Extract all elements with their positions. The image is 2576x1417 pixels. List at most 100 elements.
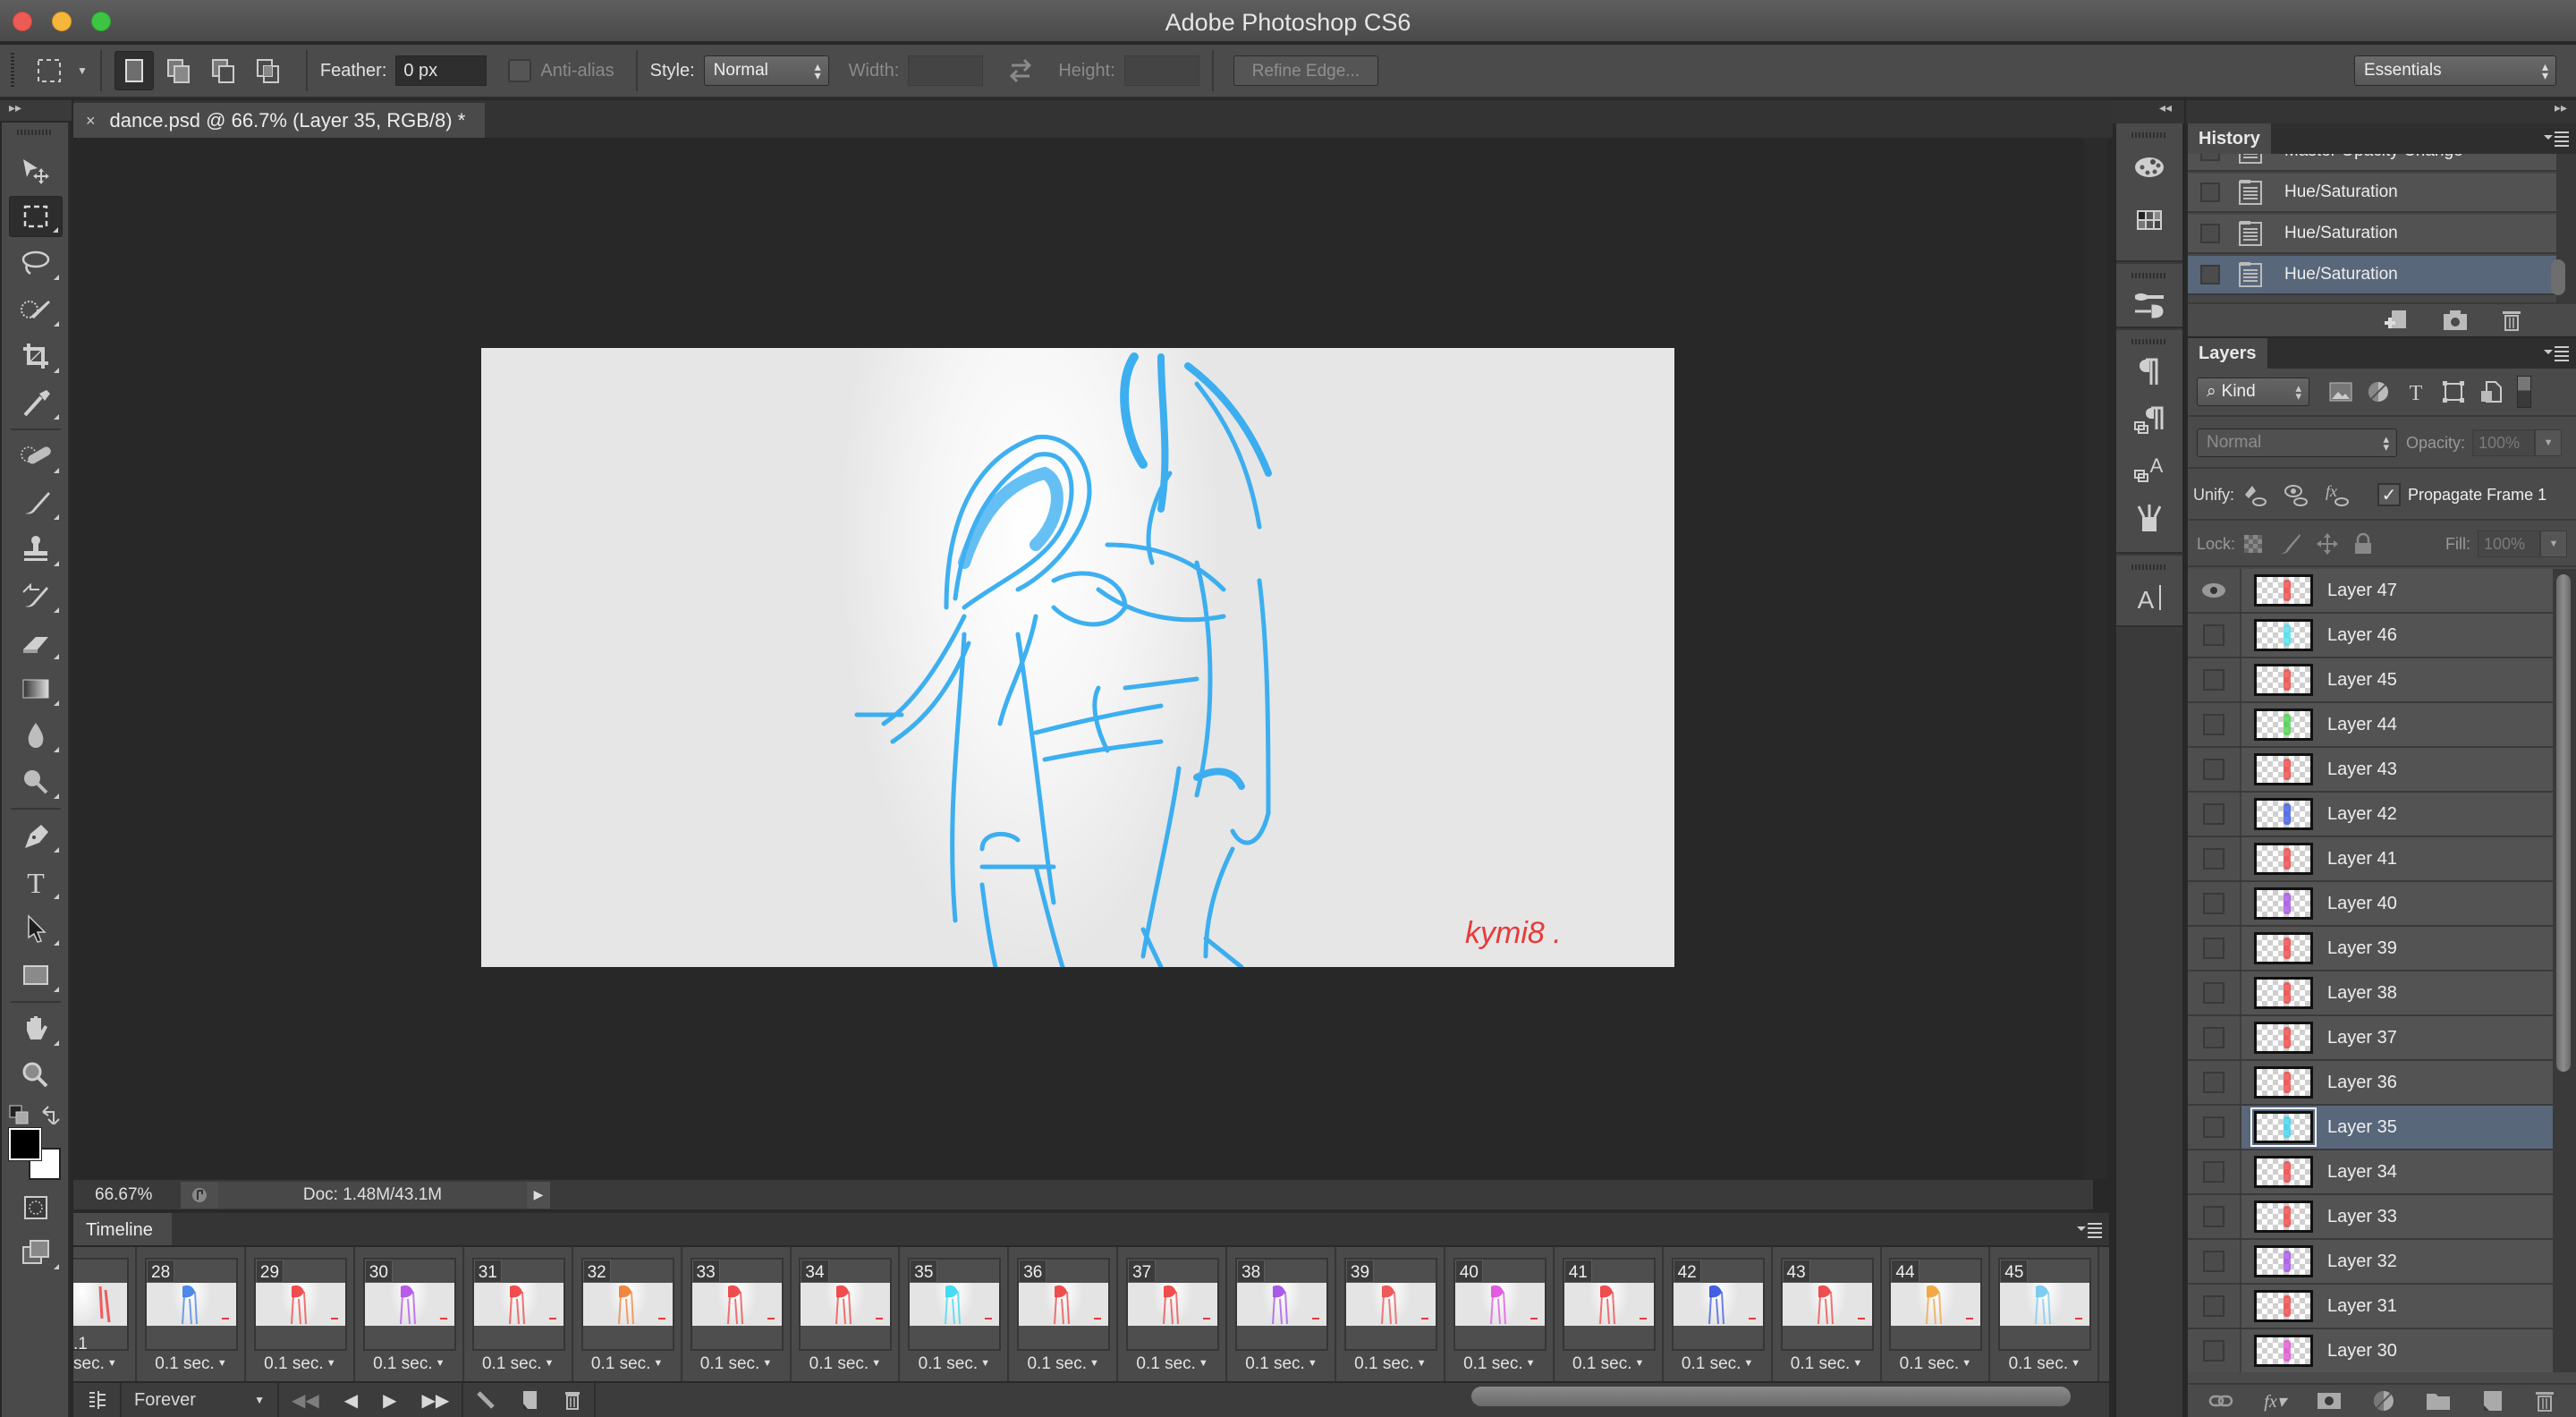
frame-delay-select[interactable]: 0.1 sec. ▼ [683, 1354, 790, 1374]
history-item[interactable]: Hue/Saturation [2188, 256, 2556, 295]
layers-scroll-thumb[interactable] [2556, 574, 2571, 1072]
layer-visibility-toggle[interactable] [2188, 1016, 2241, 1059]
tool-presets-panel-button[interactable] [2116, 493, 2182, 541]
timeline-frame[interactable]: 39 0.1 sec. ▼ [1336, 1247, 1445, 1381]
paragraph-styles-panel-button[interactable] [2116, 396, 2182, 445]
new-document-from-state-icon[interactable] [2383, 309, 2410, 332]
layer-visibility-toggle[interactable] [2188, 793, 2241, 836]
history-snapshot-checkbox[interactable] [2200, 265, 2220, 284]
timeline-frame[interactable]: 35 0.1 sec. ▼ [901, 1247, 1010, 1381]
frame-delay-select[interactable]: 0.1 sec. ▼ [1555, 1354, 1662, 1374]
width-input[interactable] [908, 55, 984, 86]
opacity-dropdown[interactable]: ▼ [2535, 429, 2563, 456]
first-frame-button[interactable]: ◀◀ [279, 1383, 332, 1417]
swatches-panel-button[interactable] [2116, 193, 2182, 245]
panels-collapse-button[interactable]: ▸▸ [2186, 100, 2576, 123]
timeline-frame[interactable]: 33 0.1 sec. ▼ [682, 1247, 792, 1381]
refine-edge-button[interactable]: Refine Edge... [1233, 55, 1379, 86]
dock-grip[interactable] [2131, 339, 2167, 344]
delete-frame-button[interactable] [551, 1383, 594, 1417]
gradient-tool[interactable] [9, 668, 63, 709]
eyedropper-tool[interactable] [9, 382, 63, 423]
timeline-frame[interactable]: 44 0.1 sec. ▼ [1882, 1247, 1991, 1381]
camera-snapshot-icon[interactable] [2442, 309, 2469, 332]
layer-thumbnail[interactable] [2254, 1022, 2313, 1054]
lasso-tool[interactable] [9, 242, 63, 284]
layer-row[interactable]: Layer 42 [2188, 793, 2553, 837]
delete-layer-trash-icon[interactable] [2534, 1389, 2555, 1413]
layer-thumbnail[interactable] [2254, 1066, 2313, 1099]
type-tool[interactable]: T [9, 861, 63, 903]
previous-frame-button[interactable]: ◀ [332, 1383, 370, 1417]
lock-position-button[interactable] [2316, 532, 2339, 556]
timeline-frame[interactable]: 34 0.1 sec. ▼ [792, 1247, 901, 1381]
propagate-frame-checkbox[interactable]: ✓ [2377, 483, 2402, 506]
style-select[interactable]: Normal ▴ ▾ [703, 55, 829, 86]
layer-visibility-toggle[interactable] [2188, 1150, 2241, 1193]
frame-delay-select[interactable]: 0.1 sec. ▼ [792, 1354, 898, 1374]
layer-row[interactable]: Layer 32 [2188, 1240, 2553, 1285]
swap-colors-button[interactable] [39, 1105, 61, 1129]
dock-collapse-button[interactable]: ◂◂ [2113, 100, 2184, 123]
layer-row[interactable]: Layer 38 [2188, 972, 2553, 1016]
document-tab[interactable]: × dance.psd @ 66.7% (Layer 35, RGB/8) * [73, 103, 485, 139]
timeline-horizontal-scrollbar[interactable] [1471, 1387, 2071, 1406]
swap-width-height-icon[interactable] [1003, 55, 1038, 87]
new-adjustment-layer-icon[interactable] [2372, 1389, 2395, 1413]
opacity-input[interactable]: 100% [2472, 429, 2536, 456]
layer-thumbnail[interactable] [2250, 1107, 2317, 1147]
history-tab[interactable]: History [2188, 123, 2271, 154]
feather-input[interactable]: 0 px [395, 55, 487, 86]
frame-delay-select[interactable]: 0.1 sec. ▼ [465, 1354, 572, 1374]
history-item[interactable]: Hue/Saturation [2188, 174, 2556, 213]
layer-visibility-toggle[interactable] [2188, 837, 2241, 880]
timeline-frame[interactable]: 42 0.1 sec. ▼ [1664, 1247, 1773, 1381]
layer-row[interactable]: Layer 45 [2188, 658, 2553, 703]
layer-visibility-toggle[interactable] [2188, 614, 2241, 657]
timeline-frame[interactable]: 30 0.1 sec. ▼ [355, 1247, 464, 1381]
layer-row[interactable]: Layer 43 [2188, 748, 2553, 793]
height-input[interactable] [1123, 55, 1199, 86]
options-bar-grip[interactable] [11, 53, 14, 89]
tween-button[interactable] [463, 1383, 508, 1417]
paragraph-panel-button[interactable] [2116, 348, 2182, 396]
add-layer-mask-icon[interactable] [2317, 1391, 2342, 1411]
frame-delay-select[interactable]: 0.1 sec. ▼ [1010, 1354, 1116, 1374]
link-layers-icon[interactable] [2208, 1392, 2233, 1410]
timeline-frame[interactable]: 36 0.1 sec. ▼ [1010, 1247, 1119, 1381]
next-frame-button[interactable]: ▶▶ [410, 1383, 462, 1417]
timeline-frame[interactable]: 37 0.1 sec. ▼ [1119, 1247, 1228, 1381]
layer-thumbnail[interactable] [2254, 1156, 2313, 1188]
layer-visibility-toggle[interactable] [2188, 1285, 2241, 1328]
screen-mode-button[interactable] [9, 1232, 63, 1273]
status-menu-arrow[interactable]: ▶ [527, 1181, 550, 1209]
frame-delay-select[interactable]: 0.1 sec. ▼ [574, 1354, 681, 1374]
layer-visibility-toggle[interactable] [2188, 748, 2241, 791]
toolbar-grip[interactable] [17, 130, 53, 135]
layer-visibility-toggle[interactable] [2188, 703, 2241, 746]
play-button[interactable]: ▶ [370, 1383, 409, 1417]
layer-style-fx-icon[interactable]: fx▾ [2264, 1390, 2285, 1413]
layer-visibility-toggle[interactable] [2188, 972, 2241, 1014]
close-document-icon[interactable]: × [86, 112, 96, 131]
character-styles-panel-button[interactable]: A [2116, 445, 2182, 493]
filter-smart-objects-button[interactable] [2479, 380, 2503, 403]
layer-thumbnail[interactable] [2254, 932, 2313, 964]
filter-type-layers-button[interactable]: T [2404, 380, 2428, 403]
layer-row[interactable]: Layer 40 [2188, 882, 2553, 927]
timeline-tab[interactable]: Timeline [73, 1213, 172, 1245]
zoom-level[interactable]: 66.67% [73, 1185, 181, 1205]
history-item[interactable]: Master Opacity Change [2188, 154, 2556, 172]
dock-grip[interactable] [2131, 564, 2167, 570]
blend-mode-select[interactable]: Normal ▴ ▾ [2197, 428, 2397, 457]
fill-dropdown[interactable]: ▼ [2540, 530, 2567, 557]
anti-alias-checkbox[interactable] [508, 59, 532, 82]
frame-delay-select[interactable]: 0.1 sec. ▼ [1665, 1354, 1771, 1374]
dock-grip[interactable] [2131, 273, 2167, 278]
rectangle-tool[interactable] [9, 955, 63, 996]
eraser-tool[interactable] [9, 622, 63, 663]
layer-thumbnail[interactable] [2254, 708, 2313, 741]
quick-mask-button[interactable] [9, 1187, 63, 1228]
brush-presets-panel-button[interactable] [2116, 282, 2182, 327]
history-brush-tool[interactable] [9, 575, 63, 616]
